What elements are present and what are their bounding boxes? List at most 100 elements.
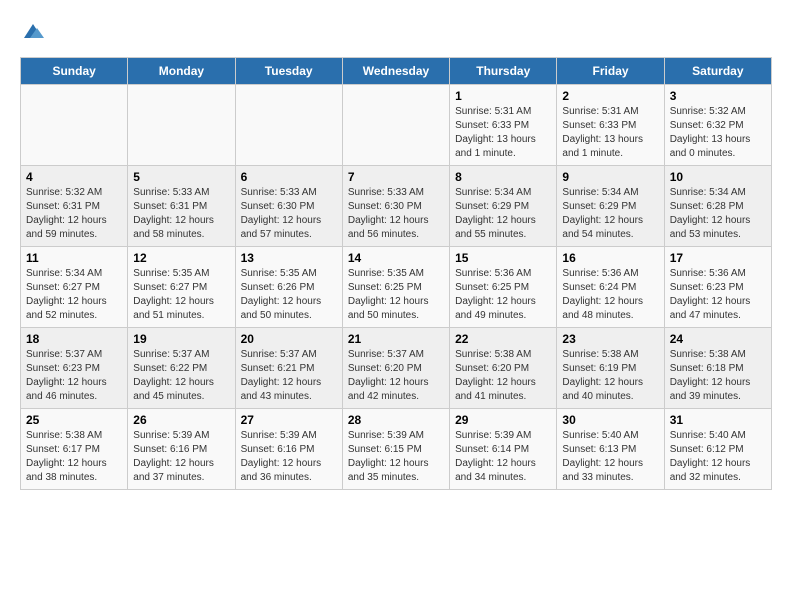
day-number: 26 — [133, 413, 229, 427]
day-info: Sunrise: 5:38 AM Sunset: 6:17 PM Dayligh… — [26, 429, 122, 485]
day-info: Sunrise: 5:36 AM Sunset: 6:24 PM Dayligh… — [562, 267, 658, 323]
calendar-cell — [128, 85, 235, 166]
day-info: Sunrise: 5:33 AM Sunset: 6:30 PM Dayligh… — [241, 186, 337, 242]
calendar-week-row: 4 Sunrise: 5:32 AM Sunset: 6:31 PM Daylig… — [21, 166, 772, 247]
calendar-table: SundayMondayTuesdayWednesdayThursdayFrid… — [20, 57, 772, 490]
calendar-cell: 6Sunrise: 5:33 AM Sunset: 6:30 PM Daylig… — [235, 166, 342, 247]
calendar-cell: 15 Sunrise: 5:36 AM Sunset: 6:25 PM Dayli… — [450, 247, 557, 328]
calendar-cell: 17Sunrise: 5:36 AM Sunset: 6:23 PM Dayli… — [664, 247, 771, 328]
calendar-cell: 29 Sunrise: 5:39 AM Sunset: 6:14 PM Dayli… — [450, 409, 557, 490]
calendar-cell: 4 Sunrise: 5:32 AM Sunset: 6:31 PM Daylig… — [21, 166, 128, 247]
day-info: Sunrise: 5:32 AM Sunset: 6:32 PM Dayligh… — [670, 105, 766, 161]
day-number: 22 — [455, 332, 551, 346]
logo — [20, 20, 44, 47]
day-number: 23 — [562, 332, 658, 346]
day-number: 4 — [26, 170, 122, 184]
day-info: Sunrise: 5:37 AM Sunset: 6:23 PM Dayligh… — [26, 348, 122, 404]
calendar-cell — [235, 85, 342, 166]
calendar-cell — [21, 85, 128, 166]
calendar-cell: 22 Sunrise: 5:38 AM Sunset: 6:20 PM Dayli… — [450, 328, 557, 409]
day-info: Sunrise: 5:35 AM Sunset: 6:27 PM Dayligh… — [133, 267, 229, 323]
calendar-week-row: 11 Sunrise: 5:34 AM Sunset: 6:27 PM Dayli… — [21, 247, 772, 328]
day-info: Sunrise: 5:38 AM Sunset: 6:19 PM Dayligh… — [562, 348, 658, 404]
day-number: 18 — [26, 332, 122, 346]
day-of-week-header: Thursday — [450, 58, 557, 85]
calendar-cell: 27 Sunrise: 5:39 AM Sunset: 6:16 PM Dayli… — [235, 409, 342, 490]
day-number: 7 — [348, 170, 444, 184]
day-number: 17 — [670, 251, 766, 265]
day-number: 16 — [562, 251, 658, 265]
day-info: Sunrise: 5:39 AM Sunset: 6:16 PM Dayligh… — [241, 429, 337, 485]
day-info: Sunrise: 5:40 AM Sunset: 6:13 PM Dayligh… — [562, 429, 658, 485]
calendar-header-row: SundayMondayTuesdayWednesdayThursdayFrid… — [21, 58, 772, 85]
calendar-cell: 8 Sunrise: 5:34 AM Sunset: 6:29 PM Daylig… — [450, 166, 557, 247]
logo-icon — [22, 20, 44, 42]
day-number: 2 — [562, 89, 658, 103]
calendar-cell: 30 Sunrise: 5:40 AM Sunset: 6:13 PM Dayli… — [557, 409, 664, 490]
day-number: 30 — [562, 413, 658, 427]
day-number: 14 — [348, 251, 444, 265]
day-info: Sunrise: 5:39 AM Sunset: 6:15 PM Dayligh… — [348, 429, 444, 485]
day-number: 25 — [26, 413, 122, 427]
day-of-week-header: Sunday — [21, 58, 128, 85]
day-info: Sunrise: 5:37 AM Sunset: 6:20 PM Dayligh… — [348, 348, 444, 404]
day-number: 5 — [133, 170, 229, 184]
calendar-cell: 18 Sunrise: 5:37 AM Sunset: 6:23 PM Dayli… — [21, 328, 128, 409]
calendar-cell — [342, 85, 449, 166]
day-number: 3 — [670, 89, 766, 103]
calendar-cell: 9Sunrise: 5:34 AM Sunset: 6:29 PM Daylig… — [557, 166, 664, 247]
calendar-cell: 7 Sunrise: 5:33 AM Sunset: 6:30 PM Daylig… — [342, 166, 449, 247]
calendar-cell: 2 Sunrise: 5:31 AM Sunset: 6:33 PM Daylig… — [557, 85, 664, 166]
calendar-cell: 11 Sunrise: 5:34 AM Sunset: 6:27 PM Dayli… — [21, 247, 128, 328]
calendar-cell: 3 Sunrise: 5:32 AM Sunset: 6:32 PM Daylig… — [664, 85, 771, 166]
day-of-week-header: Friday — [557, 58, 664, 85]
calendar-cell: 14Sunrise: 5:35 AM Sunset: 6:25 PM Dayli… — [342, 247, 449, 328]
calendar-cell: 16 Sunrise: 5:36 AM Sunset: 6:24 PM Dayli… — [557, 247, 664, 328]
day-info: Sunrise: 5:39 AM Sunset: 6:16 PM Dayligh… — [133, 429, 229, 485]
day-info: Sunrise: 5:34 AM Sunset: 6:29 PM Dayligh… — [455, 186, 551, 242]
day-number: 19 — [133, 332, 229, 346]
day-number: 13 — [241, 251, 337, 265]
day-of-week-header: Wednesday — [342, 58, 449, 85]
day-info: Sunrise: 5:33 AM Sunset: 6:30 PM Dayligh… — [348, 186, 444, 242]
calendar-body: 1 Sunrise: 5:31 AM Sunset: 6:33 PM Daylig… — [21, 85, 772, 490]
day-info: Sunrise: 5:34 AM Sunset: 6:29 PM Dayligh… — [562, 186, 658, 242]
day-info: Sunrise: 5:32 AM Sunset: 6:31 PM Dayligh… — [26, 186, 122, 242]
day-of-week-header: Monday — [128, 58, 235, 85]
day-number: 10 — [670, 170, 766, 184]
calendar-cell: 21 Sunrise: 5:37 AM Sunset: 6:20 PM Dayli… — [342, 328, 449, 409]
day-info: Sunrise: 5:31 AM Sunset: 6:33 PM Dayligh… — [562, 105, 658, 161]
page-header — [20, 20, 772, 47]
calendar-cell: 5 Sunrise: 5:33 AM Sunset: 6:31 PM Daylig… — [128, 166, 235, 247]
day-info: Sunrise: 5:34 AM Sunset: 6:28 PM Dayligh… — [670, 186, 766, 242]
calendar-cell: 19Sunrise: 5:37 AM Sunset: 6:22 PM Dayli… — [128, 328, 235, 409]
calendar-week-row: 25 Sunrise: 5:38 AM Sunset: 6:17 PM Dayli… — [21, 409, 772, 490]
day-of-week-header: Saturday — [664, 58, 771, 85]
day-number: 21 — [348, 332, 444, 346]
day-number: 24 — [670, 332, 766, 346]
day-number: 1 — [455, 89, 551, 103]
calendar-cell: 24Sunrise: 5:38 AM Sunset: 6:18 PM Dayli… — [664, 328, 771, 409]
calendar-cell: 12 Sunrise: 5:35 AM Sunset: 6:27 PM Dayli… — [128, 247, 235, 328]
day-number: 15 — [455, 251, 551, 265]
day-info: Sunrise: 5:36 AM Sunset: 6:25 PM Dayligh… — [455, 267, 551, 323]
calendar-cell: 1 Sunrise: 5:31 AM Sunset: 6:33 PM Daylig… — [450, 85, 557, 166]
day-number: 8 — [455, 170, 551, 184]
day-info: Sunrise: 5:35 AM Sunset: 6:26 PM Dayligh… — [241, 267, 337, 323]
day-number: 28 — [348, 413, 444, 427]
calendar-cell: 26 Sunrise: 5:39 AM Sunset: 6:16 PM Dayli… — [128, 409, 235, 490]
day-info: Sunrise: 5:37 AM Sunset: 6:21 PM Dayligh… — [241, 348, 337, 404]
calendar-cell: 10 Sunrise: 5:34 AM Sunset: 6:28 PM Dayli… — [664, 166, 771, 247]
day-info: Sunrise: 5:34 AM Sunset: 6:27 PM Dayligh… — [26, 267, 122, 323]
day-number: 29 — [455, 413, 551, 427]
calendar-week-row: 1 Sunrise: 5:31 AM Sunset: 6:33 PM Daylig… — [21, 85, 772, 166]
day-info: Sunrise: 5:33 AM Sunset: 6:31 PM Dayligh… — [133, 186, 229, 242]
day-info: Sunrise: 5:38 AM Sunset: 6:20 PM Dayligh… — [455, 348, 551, 404]
day-number: 27 — [241, 413, 337, 427]
day-info: Sunrise: 5:39 AM Sunset: 6:14 PM Dayligh… — [455, 429, 551, 485]
day-info: Sunrise: 5:31 AM Sunset: 6:33 PM Dayligh… — [455, 105, 551, 161]
day-number: 11 — [26, 251, 122, 265]
day-info: Sunrise: 5:40 AM Sunset: 6:12 PM Dayligh… — [670, 429, 766, 485]
calendar-cell: 13 Sunrise: 5:35 AM Sunset: 6:26 PM Dayli… — [235, 247, 342, 328]
day-number: 12 — [133, 251, 229, 265]
